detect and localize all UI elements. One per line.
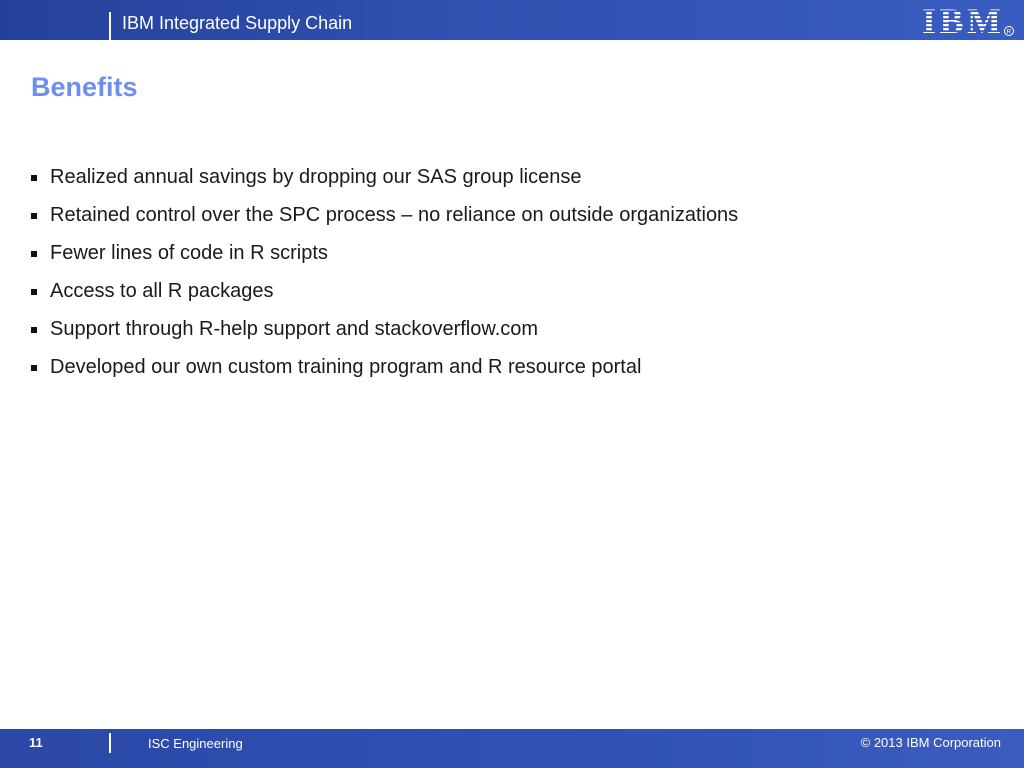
bullet-text: Access to all R packages (50, 280, 274, 302)
square-bullet-icon (31, 327, 37, 333)
svg-text:IBM: IBM (922, 4, 1002, 38)
page-number: 11 (29, 735, 43, 750)
header-divider (109, 12, 111, 40)
footer-bar: 11 ISC Engineering © 2013 IBM Corporatio… (0, 729, 1024, 768)
square-bullet-icon (31, 213, 37, 219)
list-item: Fewer lines of code in R scripts (31, 242, 738, 280)
list-item: Retained control over the SPC process – … (31, 204, 738, 242)
copyright-text: © 2013 IBM Corporation (860, 735, 1001, 750)
benefits-list: Realized annual savings by dropping our … (31, 166, 738, 394)
bullet-text: Fewer lines of code in R scripts (50, 242, 328, 264)
list-item: Support through R-help support and stack… (31, 318, 738, 356)
svg-text:R: R (1007, 29, 1012, 35)
header-bar: IBM Integrated Supply Chain IBM R (0, 0, 1024, 40)
square-bullet-icon (31, 175, 37, 181)
bullet-text: Support through R-help support and stack… (50, 318, 539, 340)
footer-label: ISC Engineering (148, 736, 243, 751)
square-bullet-icon (31, 365, 37, 371)
bullet-text: Retained control over the SPC process – … (50, 204, 739, 226)
list-item: Access to all R packages (31, 280, 738, 318)
bullet-text: Realized annual savings by dropping our … (50, 166, 582, 188)
footer-divider (109, 733, 111, 753)
slide-title: Benefits (31, 72, 138, 102)
ibm-logo-icon: IBM R (922, 4, 1014, 38)
square-bullet-icon (31, 251, 37, 257)
list-item: Realized annual savings by dropping our … (31, 166, 738, 204)
list-item: Developed our own custom training progra… (31, 356, 738, 394)
header-title: IBM Integrated Supply Chain (122, 13, 353, 33)
bullet-text: Developed our own custom training progra… (50, 356, 642, 378)
square-bullet-icon (31, 289, 37, 295)
